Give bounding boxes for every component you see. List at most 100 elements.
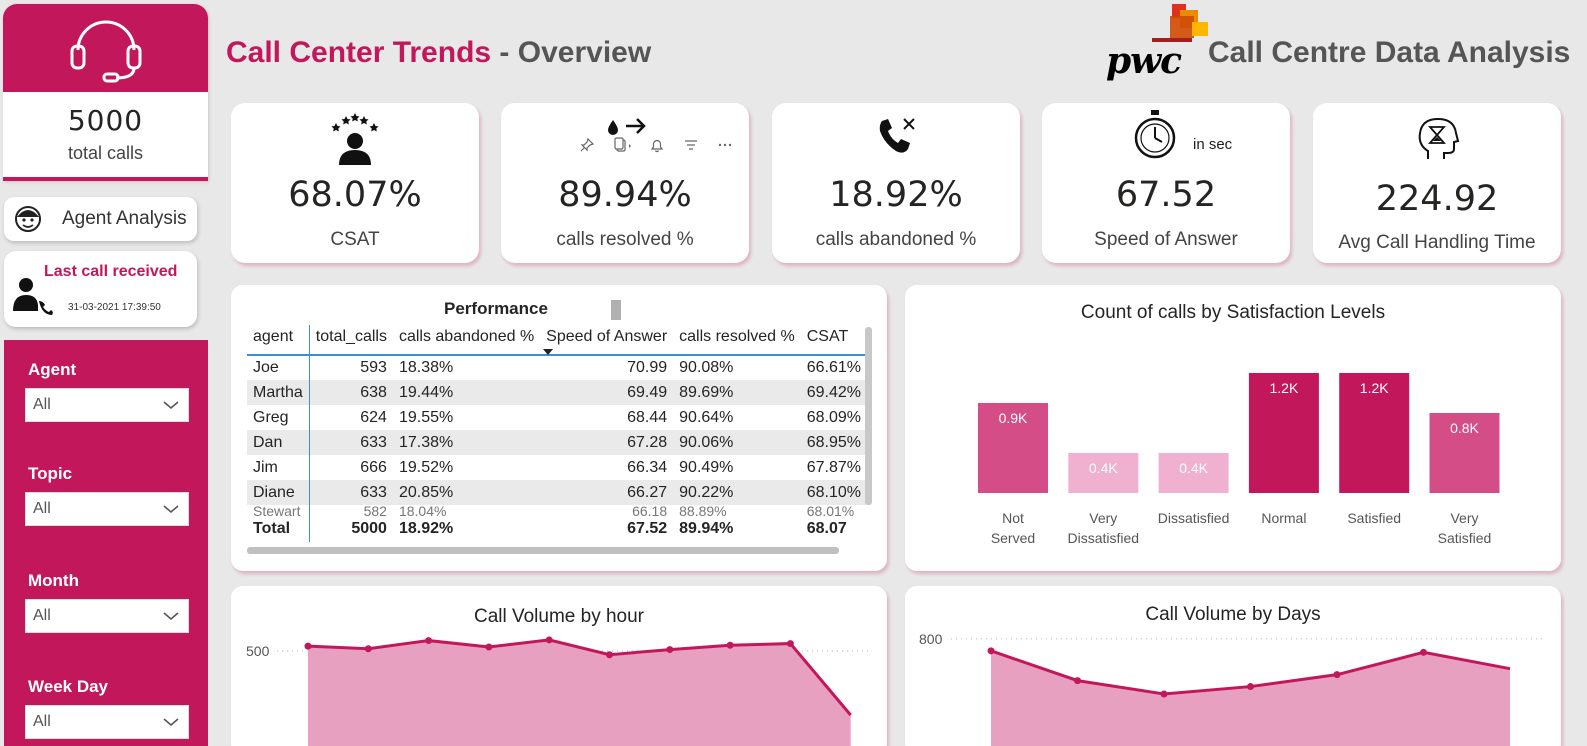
cell-speed: 67.28: [540, 430, 674, 455]
table-row[interactable]: Stewart 582 18.04% 66.18 88.89% 68.01%: [247, 505, 867, 517]
cell-total-abandoned: 18.92%: [398, 520, 454, 537]
table-row[interactable]: Martha 638 19.44% 69.49 89.69% 69.42%: [247, 380, 868, 405]
col-header-csat[interactable]: CSAT: [800, 325, 868, 356]
horizontal-scrollbar[interactable]: [247, 547, 839, 554]
chevron-down-icon: [163, 401, 179, 410]
cell-speed: 66.27: [540, 480, 674, 505]
cell-csat: 66.61%: [806, 359, 862, 376]
resolved-arrow-icon: [608, 118, 646, 135]
cell-total-calls: 5000: [351, 520, 387, 537]
filter-agent-select[interactable]: All: [25, 388, 189, 422]
cell-abandoned: 20.85%: [392, 480, 541, 505]
data-point: [485, 643, 493, 651]
total-calls-label: total calls: [67, 143, 144, 163]
chevron-down-icon: [163, 505, 179, 514]
vertical-scrollbar[interactable]: [865, 327, 872, 505]
x-tick-label: Very: [1450, 510, 1478, 526]
cell-total-calls: 633: [309, 480, 393, 505]
satisfaction-chart-panel: Count of calls by Satisfaction Levels 0.…: [905, 285, 1561, 571]
cell-csat: 68.95%: [800, 430, 868, 455]
cell-total-calls: 624: [360, 408, 387, 426]
performance-title: Performance: [444, 299, 548, 318]
filter-topic-select[interactable]: All: [25, 492, 189, 526]
data-point: [1420, 648, 1427, 656]
table-row[interactable]: Greg 624 19.55% 68.44 90.64% 68.09%: [247, 405, 867, 430]
more-options-icon[interactable]: [717, 137, 733, 153]
cell-csat: 68.01%: [806, 505, 855, 517]
cell-total-resolved: 89.94%: [679, 520, 734, 537]
table-row[interactable]: Joe 593 18.38% 70.99 90.08% 66.61%: [247, 355, 867, 380]
table-scroll-marker[interactable]: [611, 300, 621, 320]
kpi-resolved-label: calls resolved %: [556, 229, 694, 250]
cell-agent: Martha: [247, 380, 310, 405]
table-row[interactable]: Diane 633 20.85% 66.27 90.22% 68.10%: [247, 480, 868, 505]
data-point: [1247, 683, 1254, 691]
x-tick-label: Very: [1089, 510, 1117, 526]
filter-agent-value: All: [33, 396, 51, 413]
col-header-speed[interactable]: Speed of Answer: [540, 325, 674, 356]
bar-data-label: 0.4K: [1089, 460, 1118, 476]
col-header-abandoned[interactable]: calls abandoned %: [392, 325, 541, 356]
bell-icon[interactable]: [649, 137, 665, 153]
filter-month-select[interactable]: All: [25, 599, 189, 633]
pin-icon[interactable]: [579, 137, 595, 153]
kpi-speed-label: Speed of Answer: [1094, 229, 1238, 250]
area-fill: [308, 639, 851, 746]
agent-analysis-button[interactable]: Agent Analysis: [4, 197, 197, 241]
filter-weekday-label: Week Day: [28, 677, 109, 696]
copy-icon[interactable]: [613, 137, 635, 153]
page-title-separator: -: [491, 36, 518, 69]
x-tick-label: Satisfied: [1438, 530, 1492, 546]
data-point: [987, 647, 995, 655]
kpi-speed-unit: in sec: [1193, 136, 1233, 153]
agent-analysis-label: Agent Analysis: [62, 208, 187, 229]
bar-data-label: 0.4K: [1179, 460, 1208, 476]
data-point: [364, 645, 372, 653]
col-header-total-calls[interactable]: total_calls: [309, 325, 393, 356]
filter-agent-label: Agent: [28, 360, 77, 379]
kpi-csat-label: CSAT: [330, 229, 380, 250]
filter-weekday-select[interactable]: All: [25, 705, 189, 739]
kpi-handling-card: 224.92 Avg Call Handling Time: [1313, 103, 1561, 263]
phone-abandoned-icon: [879, 118, 915, 153]
days-area-chart: 800: [919, 631, 1545, 746]
agent-face-icon: [15, 206, 41, 232]
cell-agent: Jim: [247, 455, 310, 480]
pwc-logo-text: pwc: [1106, 40, 1182, 82]
last-call-title: Last call received: [44, 263, 178, 280]
cell-speed: 66.34: [627, 458, 668, 476]
card-accent-bar: [3, 177, 208, 181]
cell-total-calls: 633: [309, 430, 393, 455]
filter-month-value: All: [33, 607, 51, 624]
filter-icon[interactable]: [683, 137, 699, 153]
cell-csat: 67.87%: [806, 458, 862, 476]
table-row[interactable]: Jim 666 19.52% 66.34 90.49% 67.87%: [247, 455, 867, 480]
x-tick-label: Satisfied: [1347, 510, 1401, 526]
table-row[interactable]: Dan 633 17.38% 67.28 90.06% 68.95%: [247, 430, 868, 455]
data-point: [786, 640, 794, 648]
cell-total-csat: 68.07: [806, 520, 847, 537]
cell-resolved: 90.08%: [679, 359, 734, 376]
cell-total-label: Total: [247, 517, 310, 542]
performance-panel: Performance agent total_calls calls aban…: [231, 285, 887, 571]
col-header-agent[interactable]: agent: [247, 325, 310, 356]
filter-month-label: Month: [28, 571, 79, 590]
bar-data-label: 0.8K: [1450, 420, 1479, 436]
kpi-speed-value: 67.52: [1115, 175, 1217, 215]
cell-resolved: 88.89%: [679, 505, 727, 517]
last-call-time: 31-03-2021 17:39:50: [68, 302, 161, 313]
total-calls-card: 5000 total calls: [3, 4, 208, 181]
kpi-handling-value: 224.92: [1375, 179, 1499, 219]
data-point: [1160, 690, 1168, 698]
last-call-card: Last call received 31-03-2021 17:39:50: [4, 251, 197, 327]
col-header-resolved[interactable]: calls resolved %: [673, 325, 801, 356]
kpi-resolved-value: 89.94%: [558, 175, 692, 215]
data-point: [726, 641, 734, 649]
cell-csat: 68.09%: [806, 408, 862, 426]
data-point: [666, 646, 674, 654]
bar-data-label: 1.2K: [1269, 380, 1298, 396]
cell-speed: 70.99: [627, 359, 668, 376]
filter-panel: Agent All Topic All Month All Week Day A…: [4, 340, 208, 746]
data-point: [425, 637, 433, 645]
col-header-speed-label: Speed of Answer: [546, 328, 668, 345]
